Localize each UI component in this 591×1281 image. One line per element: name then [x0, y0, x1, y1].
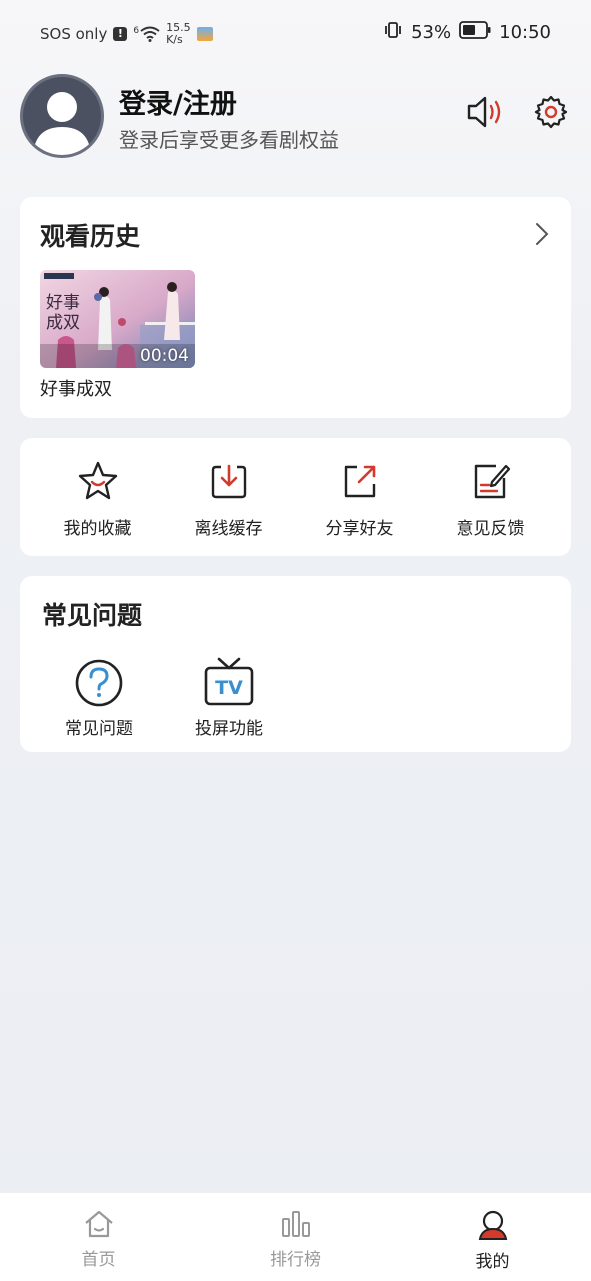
carrier-text: SOS only: [40, 25, 108, 43]
screen-cast-button[interactable]: TV 投屏功能: [174, 656, 284, 739]
action-label: 意见反馈: [456, 519, 525, 539]
home-icon: [84, 1210, 113, 1238]
svg-text:成双: 成双: [46, 313, 80, 333]
vibrate-icon: [383, 20, 403, 45]
action-label: 离线缓存: [194, 519, 263, 539]
login-subtitle: 登录后享受更多看剧权益: [119, 128, 339, 152]
avatar[interactable]: [20, 74, 104, 158]
profile-icon: [478, 1210, 507, 1240]
alert-icon: !: [113, 27, 128, 41]
tv-icon: TV: [204, 657, 254, 706]
share-icon: [344, 465, 375, 498]
faq-item-label: 常见问题: [65, 719, 133, 739]
nav-home[interactable]: 首页: [0, 1193, 197, 1281]
history-title: 观看历史: [40, 222, 141, 251]
login-register-link[interactable]: 登录/注册: [119, 82, 237, 121]
network-speed: 15.5 K/s: [166, 21, 191, 46]
video-duration: 00:04: [140, 346, 189, 366]
history-thumbnail[interactable]: 好事 成双 00:04: [40, 270, 195, 368]
nav-label: 排行榜: [270, 1250, 321, 1270]
action-label: 我的收藏: [63, 519, 132, 539]
status-bar: SOS only ! 6 15.5 K/s 53% 10:50: [0, 0, 591, 66]
share-friends-button[interactable]: 分享好友: [294, 438, 425, 556]
sound-icon[interactable]: [465, 92, 505, 132]
history-card: 观看历史 好事 成双 00:04 好事成双: [20, 197, 571, 418]
faq-card: 常见问题 常见问题 TV 投屏功能: [20, 576, 571, 752]
nav-label: 首页: [81, 1250, 116, 1270]
action-label: 分享好友: [325, 519, 394, 539]
star-icon: [78, 461, 117, 500]
faq-title: 常见问题: [42, 601, 143, 630]
feedback-button[interactable]: 意见反馈: [425, 438, 556, 556]
battery-percent: 53%: [411, 22, 452, 43]
svg-text:好事: 好事: [46, 293, 80, 313]
clock: 10:50: [499, 22, 551, 43]
battery-icon: [459, 21, 491, 44]
history-item-title[interactable]: 好事成双: [40, 375, 112, 401]
question-icon: [75, 659, 123, 707]
feedback-icon: [474, 464, 510, 499]
wifi-icon: 6: [133, 26, 160, 42]
chevron-right-icon[interactable]: [533, 221, 551, 251]
app-notification-icon: [196, 27, 213, 41]
nav-label: 我的: [475, 1252, 510, 1272]
faq-item-label: 投屏功能: [195, 719, 263, 739]
download-icon: [211, 464, 246, 499]
svg-text:TV: TV: [215, 677, 243, 699]
faq-button[interactable]: 常见问题: [44, 658, 154, 739]
nav-profile[interactable]: 我的: [394, 1193, 591, 1281]
default-avatar-icon: [33, 92, 91, 155]
settings-gear-icon[interactable]: [531, 92, 571, 132]
actions-card: 我的收藏 离线缓存 分享好友 意见反馈: [20, 438, 571, 556]
favorites-button[interactable]: 我的收藏: [32, 438, 163, 556]
bottom-navigation: 首页 排行榜 我的: [0, 1192, 591, 1281]
ranking-icon: [281, 1211, 310, 1237]
offline-cache-button[interactable]: 离线缓存: [163, 438, 294, 556]
nav-ranking[interactable]: 排行榜: [197, 1193, 394, 1281]
